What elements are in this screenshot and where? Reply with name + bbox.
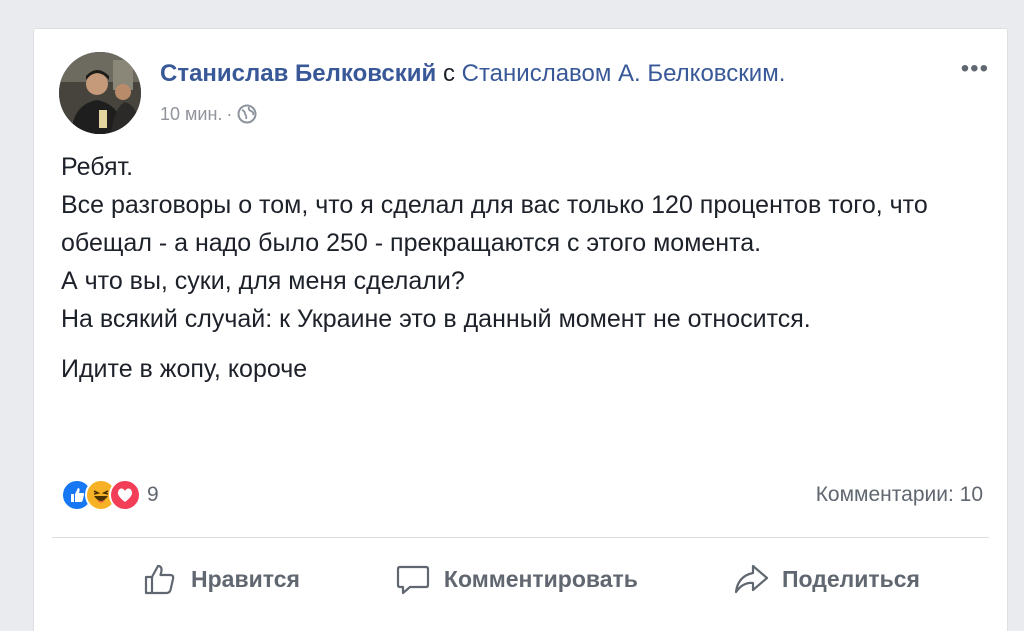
post-card: Станислав Белковский с Станиславом А. Бе… [33,28,1008,631]
divider [52,537,989,538]
avatar-photo [59,52,141,134]
reactions-summary[interactable]: 9 [61,479,159,511]
post-body: Ребят. Все разговоры о том, что я сделал… [61,148,981,388]
post-paragraph: Ребят. [61,153,134,181]
like-button[interactable]: Нравится [141,560,300,598]
love-icon [109,479,141,511]
author-line: Станислав Белковский с Станиславом А. Бе… [160,59,785,89]
thumbs-up-icon [144,564,175,595]
share-button-label: Поделиться [781,565,920,592]
post-paragraph: А что вы, суки, для меня сделали? [61,267,465,295]
tagged-person[interactable]: Станиславом А. Белковским. [462,60,786,87]
more-options-icon[interactable]: ••• [961,57,989,81]
comment-button-label: Комментировать [443,565,638,592]
globe-icon[interactable] [236,103,258,125]
meta-separator: · [226,103,233,124]
post-meta: 10 мин. · [160,103,258,125]
with-word: с [442,60,455,87]
comments-count-link[interactable]: Комментарии: 10 [816,483,983,507]
action-bar: Нравится Комментировать Поделиться [34,549,1007,609]
author-name[interactable]: Станислав Белковский [160,60,436,87]
author-avatar[interactable] [59,52,141,134]
post-paragraph: На всякий случай: к Украине это в данный… [61,305,811,333]
share-button[interactable]: Поделиться [732,560,920,598]
post-paragraph: Все разговоры о том, что я сделал для ва… [61,191,928,257]
share-arrow-icon [734,564,769,594]
post-timestamp[interactable]: 10 мин. [160,104,222,125]
post-closing: Идите в жопу, короче [61,355,308,383]
comment-button[interactable]: Комментировать [394,560,638,598]
reaction-count: 9 [147,483,159,506]
like-button-label: Нравится [191,565,300,592]
comment-bubble-icon [396,565,430,595]
